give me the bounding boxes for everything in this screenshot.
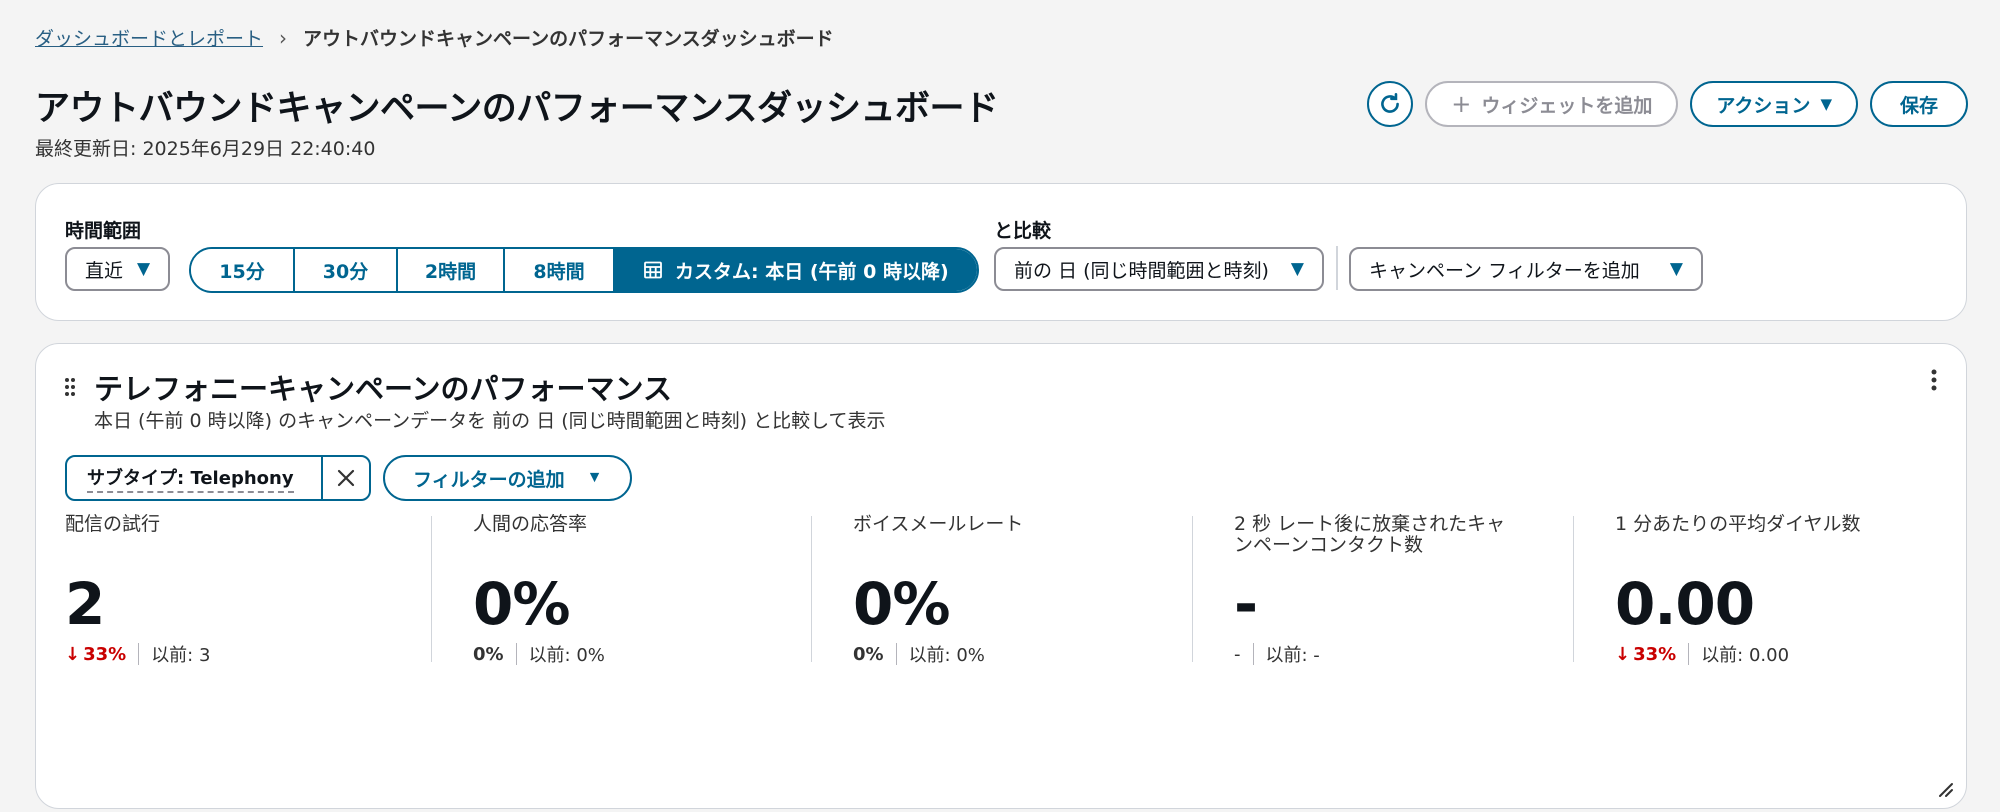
subtype-filter-token[interactable]: サブタイプ: Telephony [65, 455, 371, 501]
delta-value: 0% [853, 643, 884, 665]
close-icon [337, 469, 355, 487]
metric-comparison: ↓ 33% 以前: 0.00 [1615, 641, 1789, 667]
segment-custom[interactable]: カスタム: 本日 (午前 0 時以降) [615, 249, 977, 291]
delta-value: 0% [473, 643, 504, 665]
calendar-icon [644, 261, 662, 279]
segment-8h[interactable]: 8時間 [505, 249, 615, 291]
caret-down-icon: ▼ [1290, 259, 1304, 279]
previous-value: 以前: 0.00 [1701, 645, 1790, 666]
plus-icon: + [1451, 90, 1472, 118]
breadcrumb-dashboards-link[interactable]: ダッシュボードとレポート [35, 24, 263, 51]
metric-comparison: - 以前: - [1234, 641, 1320, 667]
compare-select-value: 前の 日 (同じ時間範囲と時刻) [1014, 259, 1269, 282]
refresh-button[interactable] [1367, 81, 1414, 127]
subtype-filter-label: サブタイプ: Telephony [67, 457, 321, 499]
metric-divider [811, 516, 812, 662]
add-filter-label: フィルターの追加 [413, 469, 565, 491]
foot-divider [895, 643, 897, 665]
chevron-right-icon: › [279, 25, 288, 50]
metric-label: ボイスメールレート [853, 513, 1024, 535]
foot-divider [1688, 643, 1690, 665]
metric-voicemail-rate: ボイスメールレート 0% 0% 以前: 0% [853, 513, 1153, 667]
metric-comparison: 0% 以前: 0% [473, 641, 605, 667]
actions-label: アクション [1716, 94, 1811, 117]
caret-down-icon: ▼ [586, 469, 603, 486]
filter-divider [1336, 246, 1338, 290]
add-widget-button[interactable]: + ウィジェットを追加 [1425, 81, 1679, 127]
metric-value: 0% [853, 570, 950, 638]
segment-30min[interactable]: 30分 [295, 249, 398, 291]
metric-label: 人間の応答率 [473, 513, 588, 535]
time-range-segmented-control: 15分 30分 2時間 8時間 カスタム: 本日 (午前 0 時以降) [189, 247, 979, 293]
metric-comparison: ↓ 33% 以前: 3 [65, 641, 210, 667]
campaign-filter-select[interactable]: キャンペーン フィルターを追加 ▼ [1349, 247, 1703, 291]
metric-divider [431, 516, 432, 662]
time-range-filter-card: 時間範囲 直近 ▼ 15分 30分 2時間 8時間 カスタム: 本日 (午前 0… [35, 183, 1967, 321]
segment-15min[interactable]: 15分 [191, 249, 295, 291]
breadcrumb-current: アウトバウンドキャンペーンのパフォーマンスダッシュボード [303, 28, 834, 50]
metric-label: 1 分あたりの平均ダイヤル数 [1615, 513, 1861, 535]
breadcrumb: ダッシュボードとレポート › アウトバウンドキャンペーンのパフォーマンスダッシュ… [35, 24, 834, 51]
metric-value: 0.00 [1615, 570, 1755, 638]
foot-divider [515, 643, 517, 665]
delta-badge: ↓ 33% [65, 644, 126, 665]
metric-human-answer-rate: 人間の応答率 0% 0% 以前: 0% [473, 513, 773, 667]
add-widget-label: ウィジェットを追加 [1481, 94, 1653, 117]
metric-divider [1192, 516, 1193, 662]
save-label: 保存 [1899, 94, 1938, 117]
metric-delivery-attempts: 配信の試行 2 ↓ 33% 以前: 3 [65, 513, 365, 667]
save-button[interactable]: 保存 [1869, 81, 1968, 127]
refresh-icon [1381, 92, 1400, 113]
actions-dropdown-button[interactable]: アクション ▼ [1690, 81, 1858, 127]
remove-filter-button[interactable] [321, 457, 369, 499]
previous-value: 以前: - [1265, 645, 1320, 666]
widget-title: テレフォニーキャンペーンのパフォーマンス [94, 372, 672, 406]
header-actions: + ウィジェットを追加 アクション ▼ 保存 [1367, 81, 1968, 127]
arrow-down-icon: ↓ [1615, 643, 1631, 665]
segment-custom-label: カスタム: 本日 (午前 0 時以降) [675, 260, 949, 283]
compare-label: と比較 [994, 220, 1052, 242]
time-range-label: 時間範囲 [65, 220, 142, 242]
compare-select[interactable]: 前の 日 (同じ時間範囲と時刻) ▼ [994, 247, 1324, 291]
drag-handle-icon[interactable] [64, 377, 76, 397]
previous-value: 以前: 0% [908, 645, 985, 666]
metric-value: 2 [65, 570, 105, 638]
metric-value: 0% [473, 570, 570, 638]
delta-value: - [1234, 643, 1241, 665]
last-updated-text: 最終更新日: 2025年6月29日 22:40:40 [35, 138, 376, 160]
campaign-filter-value: キャンペーン フィルターを追加 [1369, 259, 1640, 282]
metric-avg-dials-per-minute: 1 分あたりの平均ダイヤル数 0.00 ↓ 33% 以前: 0.00 [1615, 513, 1915, 667]
metric-abandoned-contacts: 2 秒 レート後に放棄されたキャンペーンコンタクト数 - - 以前: - [1234, 513, 1524, 667]
page-title: アウトバウンドキャンペーンのパフォーマンスダッシュボード [35, 89, 999, 129]
caret-down-icon: ▼ [1669, 259, 1683, 279]
metric-label: 配信の試行 [65, 513, 161, 535]
delta-badge: ↓ 33% [1615, 644, 1676, 665]
previous-value: 以前: 0% [528, 645, 605, 666]
metric-label: 2 秒 レート後に放棄されたキャンペーンコンタクト数 [1234, 513, 1506, 556]
add-filter-button[interactable]: フィルターの追加 ▼ [383, 455, 633, 501]
recent-select[interactable]: 直近 ▼ [65, 247, 171, 291]
resize-handle-icon[interactable] [1936, 780, 1954, 798]
metric-value: - [1234, 570, 1258, 638]
subtype-filter-text: サブタイプ: Telephony [87, 464, 294, 493]
metric-comparison: 0% 以前: 0% [853, 641, 985, 667]
widget-description: 本日 (午前 0 時以降) のキャンペーンデータを 前の 日 (同じ時間範囲と時… [94, 410, 886, 432]
telephony-performance-widget: テレフォニーキャンペーンのパフォーマンス 本日 (午前 0 時以降) のキャンペ… [35, 343, 1967, 809]
recent-select-value: 直近 [85, 259, 124, 282]
delta-value: 33% [1633, 643, 1677, 665]
metric-divider [1573, 516, 1574, 662]
segment-2h[interactable]: 2時間 [398, 249, 505, 291]
caret-down-icon: ▼ [1820, 95, 1832, 113]
delta-value: 33% [83, 643, 127, 665]
previous-value: 以前: 3 [151, 645, 211, 666]
foot-divider [1252, 643, 1254, 665]
caret-down-icon: ▼ [137, 259, 151, 279]
more-options-icon[interactable] [1930, 368, 1938, 392]
foot-divider [138, 643, 140, 665]
arrow-down-icon: ↓ [65, 643, 81, 665]
